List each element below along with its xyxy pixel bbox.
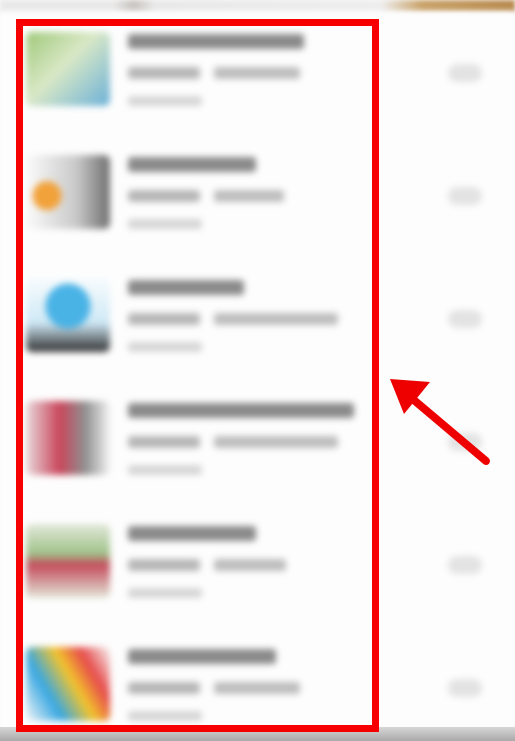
top-banner-strip [0, 0, 515, 12]
annotation-highlight-box [16, 19, 379, 732]
annotation-arrow-icon [390, 379, 490, 465]
app-screen [0, 0, 515, 741]
list-item-action-button[interactable] [448, 64, 482, 82]
list-item-action-button[interactable] [448, 187, 482, 205]
list-item-action-button[interactable] [448, 310, 482, 328]
list-item-action-button[interactable] [448, 556, 482, 574]
list-item-action-button[interactable] [448, 679, 482, 697]
